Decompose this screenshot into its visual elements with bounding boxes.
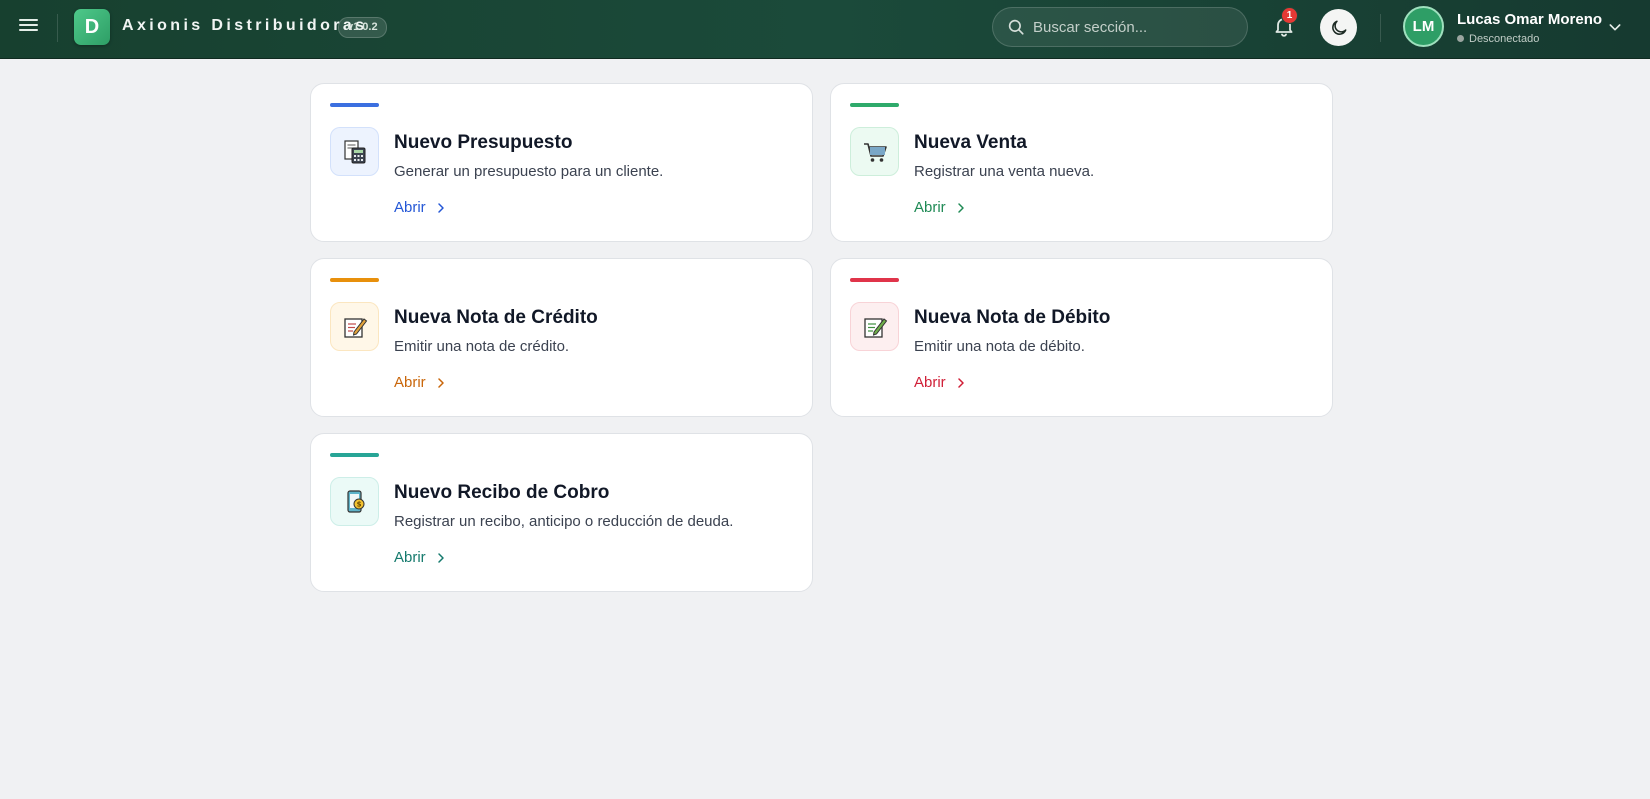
open-link[interactable]: Abrir [394,549,447,566]
card-icon-box [330,302,379,351]
card-accent-bar [330,103,379,107]
memo-pencil-icon [343,317,367,338]
card-icon-box [850,302,899,351]
chevron-right-icon [957,202,964,213]
card-nuevo-recibo-cobro[interactable]: $ Nuevo Recibo de Cobro Registrar un rec… [310,433,813,592]
open-link-label: Abrir [914,199,946,216]
card-nueva-venta[interactable]: Nueva Venta Registrar una venta nueva. A… [830,83,1333,242]
open-link-label: Abrir [914,374,946,391]
card-title: Nuevo Presupuesto [394,132,573,153]
calculator-receipt-icon [343,139,365,163]
card-nueva-nota-credito[interactable]: Nueva Nota de Crédito Emitir una nota de… [310,258,813,417]
brand-name: Axionis Distribuidoras [122,17,368,34]
card-nueva-nota-debito[interactable]: Nueva Nota de Débito Emitir una nota de … [830,258,1333,417]
theme-toggle-button[interactable] [1320,9,1357,46]
card-description: Registrar una venta nueva. [914,163,1095,180]
moon-icon [1331,20,1346,35]
open-link[interactable]: Abrir [914,374,967,391]
open-link-label: Abrir [394,374,426,391]
card-title: Nueva Venta [914,132,1027,153]
card-description: Emitir una nota de débito. [914,338,1085,355]
chevron-right-icon [957,377,964,388]
chevron-right-icon [437,202,444,213]
receipt-payment-icon: $ [346,489,364,513]
open-link-label: Abrir [394,549,426,566]
search-box[interactable] [992,7,1248,47]
divider [57,14,58,42]
open-link[interactable]: Abrir [394,374,447,391]
chevron-down-icon[interactable] [1607,19,1623,35]
card-description: Generar un presupuesto para un cliente. [394,163,664,180]
memo-pencil-icon [863,317,887,338]
card-title: Nuevo Recibo de Cobro [394,482,610,503]
card-icon-box: $ [330,477,379,526]
card-nuevo-presupuesto[interactable]: Nuevo Presupuesto Generar un presupuesto… [310,83,813,242]
open-link[interactable]: Abrir [394,199,447,216]
card-icon-box [330,127,379,176]
search-icon [1008,19,1024,35]
open-link[interactable]: Abrir [914,199,967,216]
chevron-right-icon [437,552,444,563]
status-dot-icon [1457,35,1464,42]
chevron-right-icon [437,377,444,388]
user-name[interactable]: Lucas Omar Moreno [1457,11,1602,28]
version-badge: v1.0.2 [338,17,387,38]
top-bar: D Axionis Distribuidoras v1.0.2 1 LM Luc… [0,0,1650,59]
card-accent-bar [850,278,899,282]
card-title: Nueva Nota de Débito [914,307,1111,328]
card-description: Registrar un recibo, anticipo o reducció… [394,513,734,530]
card-accent-bar [850,103,899,107]
shopping-cart-icon [863,142,887,162]
card-icon-box [850,127,899,176]
avatar[interactable]: LM [1403,6,1444,47]
open-link-label: Abrir [394,199,426,216]
search-input[interactable] [1033,8,1238,46]
card-accent-bar [330,278,379,282]
card-accent-bar [330,453,379,457]
divider [1380,14,1381,42]
card-title: Nueva Nota de Crédito [394,307,598,328]
app-logo[interactable]: D [74,9,110,45]
hamburger-menu-icon[interactable] [19,18,39,38]
card-description: Emitir una nota de crédito. [394,338,570,355]
user-status: Desconectado [1457,33,1539,45]
user-status-label: Desconectado [1469,33,1540,45]
svg-text:$: $ [356,500,361,508]
notification-badge: 1 [1281,7,1298,24]
